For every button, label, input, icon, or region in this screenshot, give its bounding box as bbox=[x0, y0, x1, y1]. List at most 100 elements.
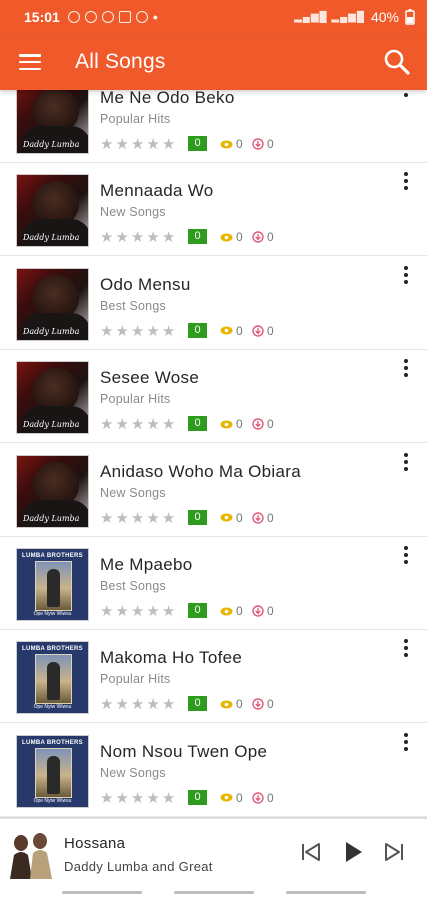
song-list-item[interactable]: Daddy Lumba Mennaada Wo New Songs ★ ★ ★ ★ ★ 0 0 0 bbox=[0, 163, 427, 257]
star-icon[interactable]: ★ bbox=[146, 791, 159, 806]
star-icon[interactable]: ★ bbox=[100, 791, 113, 806]
star-icon[interactable]: ★ bbox=[100, 604, 113, 619]
views-value: 0 bbox=[236, 604, 243, 618]
star-icon[interactable]: ★ bbox=[131, 137, 144, 152]
more-options-icon[interactable] bbox=[399, 169, 413, 193]
star-icon[interactable]: ★ bbox=[100, 230, 113, 245]
star-rating[interactable]: ★ ★ ★ ★ ★ bbox=[100, 230, 175, 245]
star-icon[interactable]: ★ bbox=[115, 137, 128, 152]
star-icon[interactable]: ★ bbox=[162, 417, 175, 432]
download-icon bbox=[252, 325, 264, 337]
song-list-item[interactable]: Daddy Lumba Me Ne Odo Beko Popular Hits ★ ★ ★… bbox=[0, 90, 427, 163]
album-cover[interactable]: LUMBA BROTHERS Ope Nyiw Wiwsu bbox=[16, 734, 89, 808]
star-icon[interactable]: ★ bbox=[162, 791, 175, 806]
eye-icon bbox=[220, 513, 233, 522]
nav-handle[interactable] bbox=[286, 891, 366, 894]
more-options-icon[interactable] bbox=[399, 90, 413, 100]
now-playing-artwork[interactable] bbox=[6, 829, 56, 879]
downloads-count: 0 bbox=[252, 511, 274, 525]
song-list-item[interactable]: Daddy Lumba Odo Mensu Best Songs ★ ★ ★ ★ ★ 0 0 0 bbox=[0, 256, 427, 350]
song-list-item[interactable]: Daddy Lumba Anidaso Woho Ma Obiara New Son… bbox=[0, 443, 427, 537]
song-list[interactable]: Daddy Lumba Me Ne Odo Beko Popular Hits ★ ★ ★… bbox=[0, 90, 427, 817]
app-bar: All Songs bbox=[0, 34, 427, 90]
more-options-icon[interactable] bbox=[399, 730, 413, 754]
nav-handle[interactable] bbox=[174, 891, 254, 894]
star-icon[interactable]: ★ bbox=[115, 697, 128, 712]
status-time: 15:01 bbox=[24, 9, 60, 25]
star-icon[interactable]: ★ bbox=[131, 324, 144, 339]
album-cover[interactable]: Daddy Lumba bbox=[16, 267, 89, 341]
whatsapp-icon bbox=[67, 11, 80, 23]
album-cover[interactable]: Daddy Lumba bbox=[16, 361, 89, 435]
eye-icon bbox=[220, 607, 233, 615]
star-icon[interactable]: ★ bbox=[146, 417, 159, 432]
album-cover[interactable]: Daddy Lumba bbox=[16, 90, 89, 154]
star-icon[interactable]: ★ bbox=[146, 137, 159, 152]
more-options-icon[interactable] bbox=[399, 450, 413, 474]
menu-button[interactable] bbox=[0, 34, 60, 90]
more-options-icon[interactable] bbox=[399, 543, 413, 567]
star-rating[interactable]: ★ ★ ★ ★ ★ bbox=[100, 137, 175, 152]
star-icon[interactable]: ★ bbox=[146, 697, 159, 712]
album-cover[interactable]: Daddy Lumba bbox=[16, 454, 89, 528]
song-list-item[interactable]: LUMBA BROTHERS Ope Nyiw Wiwsu Makoma Ho To… bbox=[0, 630, 427, 724]
song-list-item[interactable]: Daddy Lumba Sesee Wose Popular Hits ★ ★ ★ ★ ★ 0 0… bbox=[0, 350, 427, 444]
downloads-count: 0 bbox=[252, 137, 274, 151]
song-title: Anidaso Woho Ma Obiara bbox=[100, 461, 301, 481]
star-icon[interactable]: ★ bbox=[115, 511, 128, 526]
star-icon[interactable]: ★ bbox=[146, 230, 159, 245]
views-value: 0 bbox=[236, 323, 243, 338]
song-title: Me Ne Odo Beko bbox=[100, 90, 235, 107]
star-rating[interactable]: ★ ★ ★ ★ ★ bbox=[100, 511, 175, 526]
star-icon[interactable]: ★ bbox=[100, 511, 113, 526]
star-icon[interactable]: ★ bbox=[131, 604, 144, 619]
star-icon[interactable]: ★ bbox=[131, 511, 144, 526]
star-icon[interactable]: ★ bbox=[100, 417, 113, 432]
star-rating[interactable]: ★ ★ ★ ★ ★ bbox=[100, 604, 175, 619]
star-icon[interactable]: ★ bbox=[115, 417, 128, 432]
star-icon[interactable]: ★ bbox=[162, 137, 175, 152]
nav-handle[interactable] bbox=[62, 891, 142, 894]
star-icon[interactable]: ★ bbox=[115, 604, 128, 619]
star-icon[interactable]: ★ bbox=[131, 697, 144, 712]
star-icon[interactable]: ★ bbox=[115, 324, 128, 339]
song-list-item[interactable]: LUMBA BROTHERS Ope Nyiw Wiwsu Nom Nsou Twe… bbox=[0, 723, 427, 817]
next-icon[interactable] bbox=[381, 839, 407, 865]
play-icon[interactable] bbox=[340, 839, 366, 865]
star-rating[interactable]: ★ ★ ★ ★ ★ bbox=[100, 791, 175, 806]
star-icon[interactable]: ★ bbox=[100, 697, 113, 712]
star-icon[interactable]: ★ bbox=[162, 511, 175, 526]
more-options-icon[interactable] bbox=[399, 263, 413, 287]
star-icon[interactable]: ★ bbox=[100, 324, 113, 339]
song-list-item[interactable]: LUMBA BROTHERS Ope Nyiw Wiwsu Me Mpaebo Bes… bbox=[0, 537, 427, 630]
star-icon[interactable]: ★ bbox=[131, 230, 144, 245]
views-value: 0 bbox=[236, 137, 243, 151]
star-rating[interactable]: ★ ★ ★ ★ ★ bbox=[100, 324, 175, 339]
star-icon[interactable]: ★ bbox=[131, 417, 144, 432]
star-icon[interactable]: ★ bbox=[146, 511, 159, 526]
now-playing-bar[interactable]: Hossana Daddy Lumba and Great bbox=[0, 817, 427, 885]
more-options-icon[interactable] bbox=[399, 636, 413, 660]
album-cover[interactable]: LUMBA BROTHERS Ope Nyiw Wiwsu bbox=[16, 641, 89, 715]
star-icon[interactable]: ★ bbox=[146, 604, 159, 619]
star-icon[interactable]: ★ bbox=[131, 791, 144, 806]
star-icon[interactable]: ★ bbox=[115, 230, 128, 245]
search-button[interactable] bbox=[367, 34, 427, 90]
rating-badge: 0 bbox=[188, 136, 207, 151]
star-icon[interactable]: ★ bbox=[162, 230, 175, 245]
song-title: Nom Nsou Twen Ope bbox=[100, 741, 268, 761]
star-rating[interactable]: ★ ★ ★ ★ ★ bbox=[100, 697, 175, 712]
star-icon[interactable]: ★ bbox=[146, 324, 159, 339]
star-rating[interactable]: ★ ★ ★ ★ ★ bbox=[100, 417, 175, 432]
star-icon[interactable]: ★ bbox=[162, 697, 175, 712]
star-icon[interactable]: ★ bbox=[162, 604, 175, 619]
download-icon bbox=[252, 698, 264, 711]
previous-icon[interactable] bbox=[298, 839, 324, 865]
album-cover[interactable]: LUMBA BROTHERS Ope Nyiw Wiwsu bbox=[16, 548, 89, 621]
star-icon[interactable]: ★ bbox=[100, 137, 113, 152]
views-value: 0 bbox=[236, 417, 243, 432]
star-icon[interactable]: ★ bbox=[115, 791, 128, 806]
star-icon[interactable]: ★ bbox=[162, 324, 175, 339]
album-cover[interactable]: Daddy Lumba bbox=[16, 174, 89, 248]
more-options-icon[interactable] bbox=[399, 356, 413, 380]
